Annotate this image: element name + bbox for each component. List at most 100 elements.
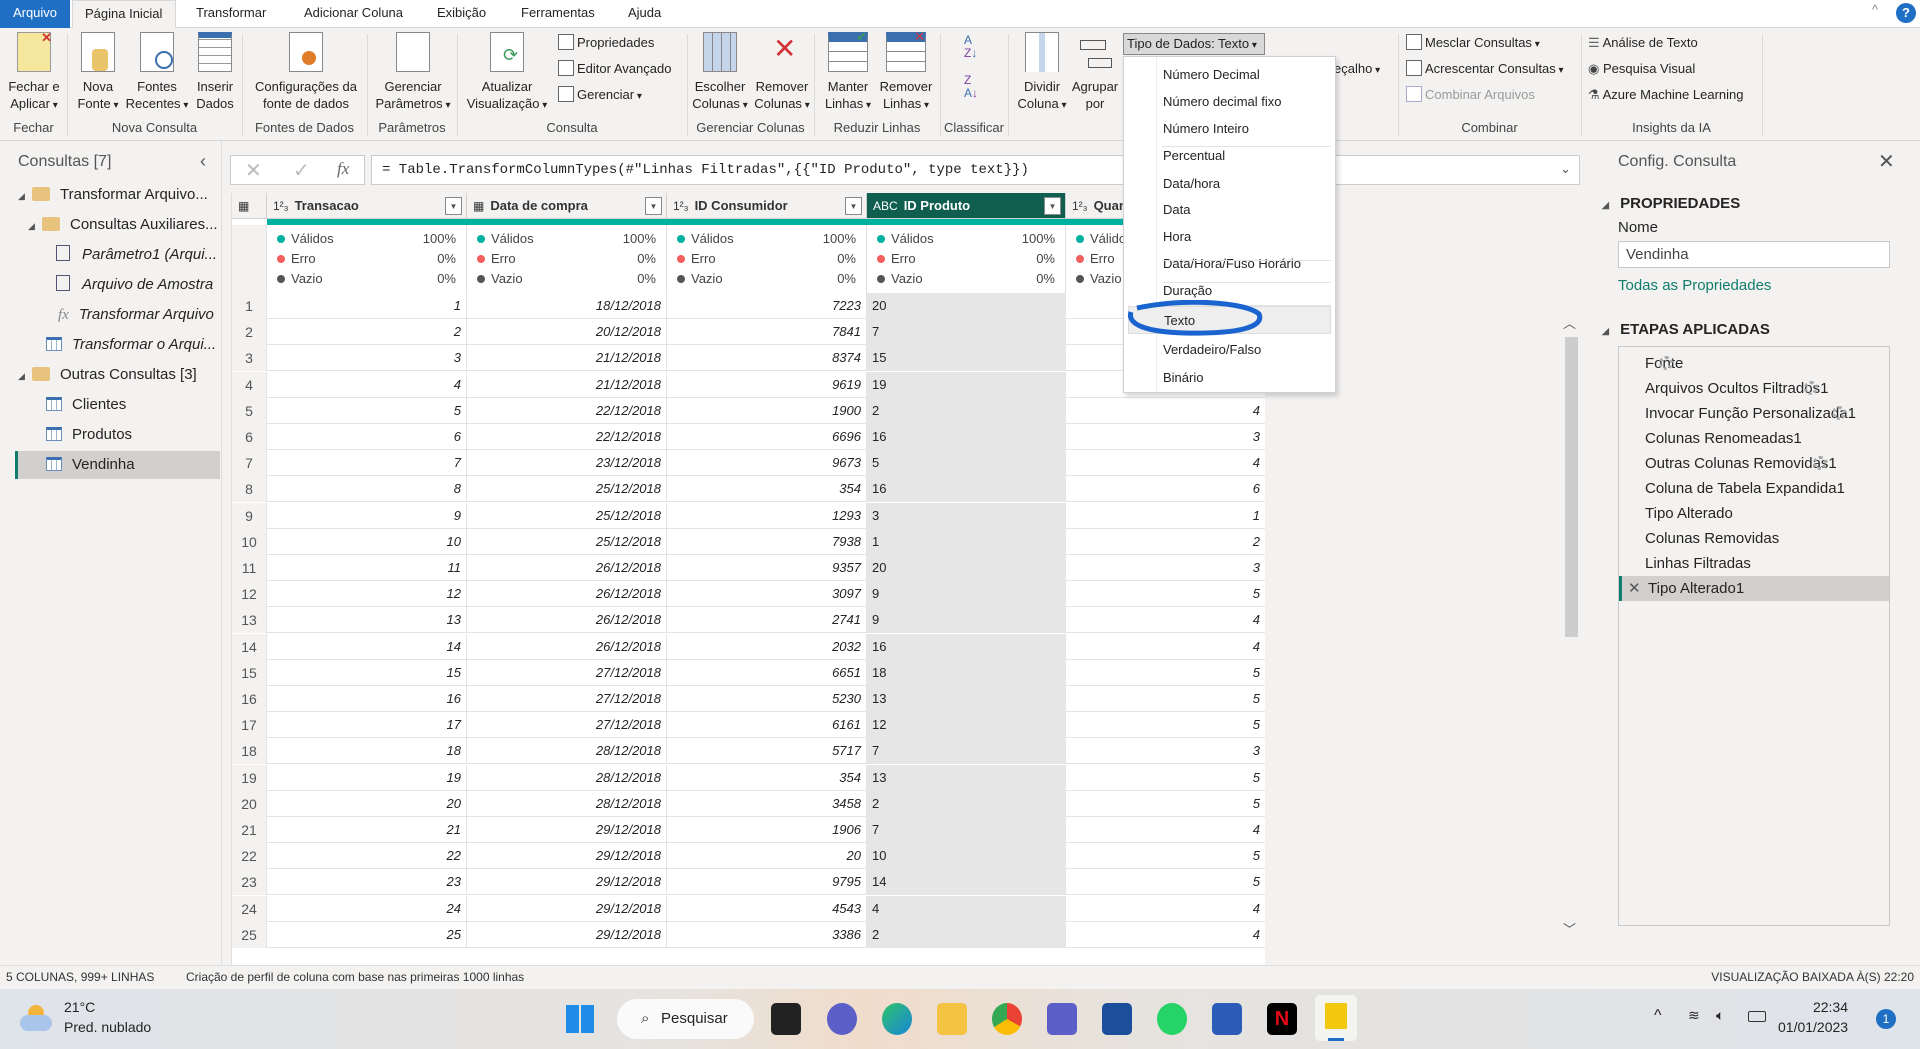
row-number[interactable]: 8: [232, 476, 267, 503]
table-cell[interactable]: 3458: [667, 790, 867, 817]
tab-ajuda[interactable]: Ajuda: [616, 0, 673, 28]
gerenciar-parametros-button[interactable]: Gerenciar Parâmetros: [372, 32, 454, 114]
table-cell[interactable]: 7938: [667, 528, 867, 555]
table-cell[interactable]: 15: [267, 659, 467, 686]
table-cell[interactable]: 19: [867, 371, 1066, 398]
table-cell[interactable]: 6: [1066, 476, 1265, 502]
scroll-down-icon[interactable]: ﹀: [1563, 919, 1576, 938]
table-cell[interactable]: 27/12/2018: [467, 659, 667, 686]
help-icon[interactable]: ?: [1896, 3, 1916, 23]
table-cell[interactable]: 22/12/2018: [467, 397, 667, 424]
table-cell[interactable]: 25: [267, 921, 467, 948]
column-type-icon[interactable]: ▦: [473, 199, 484, 213]
collapse-ribbon-icon[interactable]: ^: [1872, 2, 1878, 17]
table-cell[interactable]: 13: [867, 686, 1066, 712]
table-cell[interactable]: 7: [867, 319, 1066, 346]
azure-ml-button[interactable]: ⚗ Azure Machine Learning: [1588, 84, 1743, 106]
table-cell[interactable]: 3: [1066, 555, 1265, 581]
column-type-icon[interactable]: 1²₃: [673, 199, 689, 213]
table-cell[interactable]: 6161: [667, 712, 867, 739]
config-fonte-dados-button[interactable]: Configurações da fonte de dados: [248, 32, 364, 112]
tab-adicionar-coluna[interactable]: Adicionar Coluna: [292, 0, 415, 28]
file-explorer-icon[interactable]: [937, 1003, 967, 1035]
row-number[interactable]: 17: [232, 712, 267, 739]
table-cell[interactable]: 1: [267, 293, 467, 319]
table-cell[interactable]: 20: [667, 843, 867, 870]
query-parametro1[interactable]: Parâmetro1 (Arqui...: [56, 241, 217, 269]
table-cell[interactable]: 16: [867, 424, 1066, 450]
query-produtos[interactable]: Produtos: [46, 421, 132, 449]
gear-icon[interactable]: [1812, 456, 1827, 470]
table-cell[interactable]: 16: [267, 686, 467, 712]
analise-texto-button[interactable]: ☰ Análise de Texto: [1588, 32, 1698, 54]
applied-step[interactable]: Colunas Removidas: [1645, 526, 1779, 551]
table-cell[interactable]: 8374: [667, 345, 867, 372]
manter-linhas-button[interactable]: ✔ Manter Linhas: [818, 29, 878, 114]
table-cell[interactable]: 2741: [667, 607, 867, 634]
row-number[interactable]: 9: [232, 502, 267, 529]
table-cell[interactable]: 12: [267, 581, 467, 608]
table-cell[interactable]: 27/12/2018: [467, 712, 667, 739]
table-cell[interactable]: 9: [267, 502, 467, 529]
table-cell[interactable]: 21: [267, 817, 467, 843]
agrupar-por-button[interactable]: Agrupar por: [1068, 32, 1122, 112]
name-input[interactable]: Vendinha: [1618, 241, 1890, 268]
row-number[interactable]: 10: [232, 528, 267, 555]
table-cell[interactable]: 9357: [667, 555, 867, 581]
table-cell[interactable]: 4: [1066, 922, 1265, 948]
row-number[interactable]: 21: [232, 817, 267, 843]
table-cell[interactable]: 6696: [667, 424, 867, 450]
datatype-option[interactable]: Binário: [1163, 364, 1203, 392]
applied-step[interactable]: Linhas Filtradas: [1645, 551, 1751, 576]
table-cell[interactable]: 4: [867, 895, 1066, 922]
table-cell[interactable]: 8: [267, 476, 467, 503]
table-cell[interactable]: 23: [267, 869, 467, 896]
table-cell[interactable]: 16: [867, 476, 1066, 503]
table-cell[interactable]: 4: [1066, 817, 1265, 843]
powerbi-icon[interactable]: [1315, 995, 1357, 1041]
row-number[interactable]: 4: [232, 371, 267, 398]
table-cell[interactable]: 4: [1066, 398, 1265, 424]
editor-avancado-button[interactable]: Editor Avançado: [558, 58, 671, 80]
properties-header[interactable]: ◢ PROPRIEDADES: [1602, 195, 1740, 212]
teams-chat-icon[interactable]: [827, 1003, 857, 1035]
table-cell[interactable]: 5: [867, 450, 1066, 477]
filter-dropdown-icon[interactable]: ▼: [445, 197, 462, 215]
remover-colunas-button[interactable]: ✕ Remover Colunas: [752, 32, 812, 114]
datatype-option[interactable]: Número Inteiro: [1163, 115, 1249, 143]
weather-icon[interactable]: [20, 1005, 54, 1033]
table-cell[interactable]: 29/12/2018: [467, 895, 667, 922]
table-cell[interactable]: 18: [267, 738, 467, 765]
nova-fonte-button[interactable]: Nova Fonte: [72, 32, 124, 114]
row-number[interactable]: 25: [232, 921, 267, 948]
combinar-arquivos-button[interactable]: Combinar Arquivos: [1406, 84, 1535, 106]
query-folder-outras[interactable]: ◢ Outras Consultas [3]: [18, 361, 197, 389]
tab-ferramentas[interactable]: Ferramentas: [509, 0, 607, 28]
table-cell[interactable]: 7: [267, 450, 467, 477]
table-cell[interactable]: 9673: [667, 450, 867, 477]
table-cell[interactable]: 4: [267, 371, 467, 398]
applied-step[interactable]: Outras Colunas Removidas1: [1645, 451, 1837, 476]
table-cell[interactable]: 26/12/2018: [467, 633, 667, 660]
taskbar-search[interactable]: ⌕ Pesquisar: [617, 999, 754, 1039]
table-cell[interactable]: 5: [1066, 581, 1265, 607]
query-folder-transformar[interactable]: ◢ Transformar Arquivo...: [18, 181, 208, 209]
table-cell[interactable]: 5: [1066, 712, 1265, 738]
table-cell[interactable]: 7: [867, 817, 1066, 843]
table-cell[interactable]: 4: [1066, 450, 1265, 476]
datatype-option[interactable]: Número decimal fixo: [1163, 88, 1282, 116]
table-cell[interactable]: 27/12/2018: [467, 686, 667, 712]
tab-pagina-inicial[interactable]: Página Inicial: [72, 0, 176, 29]
formula-input[interactable]: = Table.TransformColumnTypes(#"Linhas Fi…: [371, 155, 1580, 185]
table-cell[interactable]: 9795: [667, 869, 867, 896]
vertical-scrollbar[interactable]: ︿ ﹀: [1563, 313, 1580, 943]
row-number[interactable]: 3: [232, 345, 267, 372]
table-cell[interactable]: 5: [1066, 660, 1265, 686]
table-cell[interactable]: 4: [1066, 896, 1265, 922]
filter-dropdown-icon[interactable]: ▼: [845, 197, 862, 215]
table-cell[interactable]: 7841: [667, 319, 867, 346]
row-number[interactable]: 2: [232, 319, 267, 346]
datatype-option[interactable]: Número Decimal: [1163, 61, 1260, 89]
expand-formula-icon[interactable]: ⌄: [1560, 161, 1571, 177]
table-cell[interactable]: 22: [267, 843, 467, 870]
